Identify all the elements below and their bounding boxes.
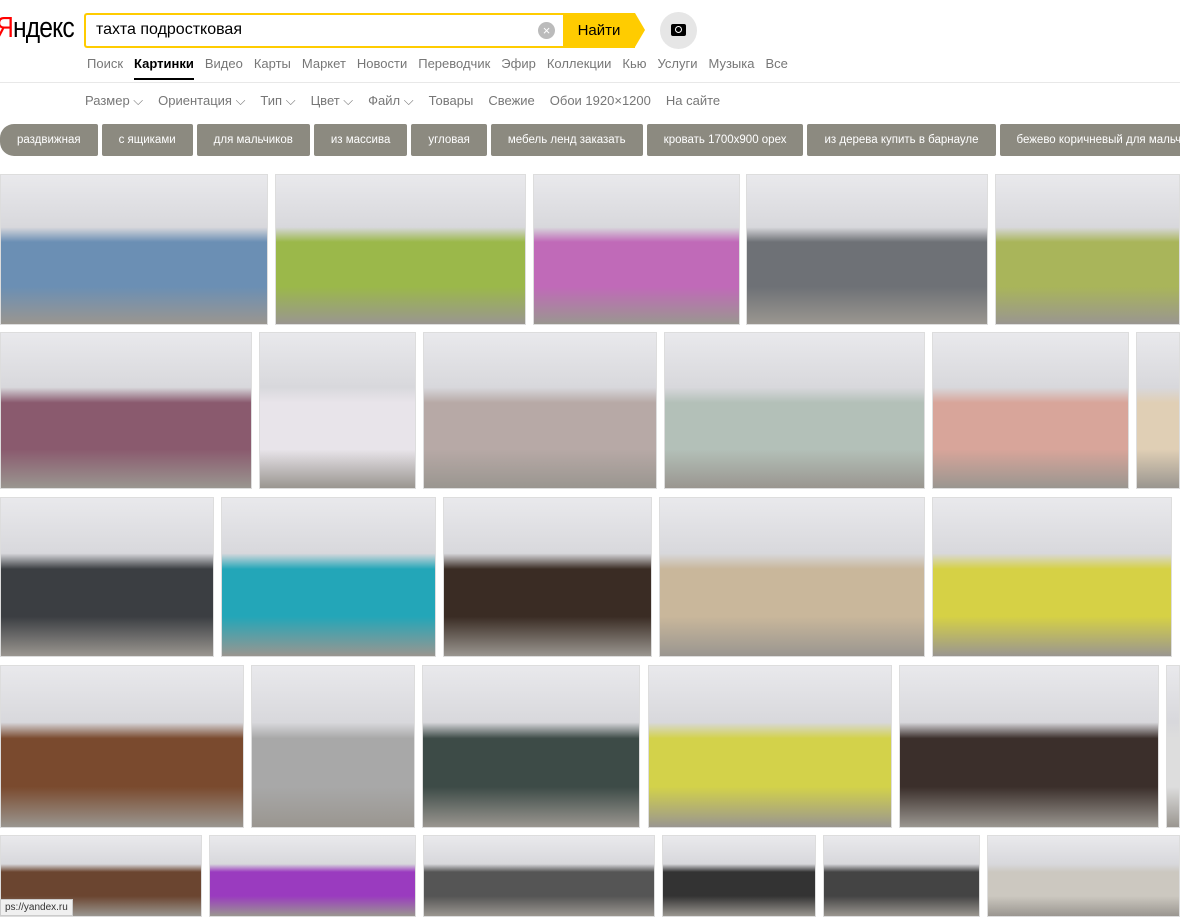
filter-7[interactable]: Обои 1920×1200: [550, 93, 651, 109]
image-thumbnail[interactable]: [746, 174, 988, 325]
filter-4[interactable]: Файл ⌵: [368, 93, 413, 109]
nav-item-9[interactable]: Кью: [622, 56, 646, 80]
service-nav: Поиск Картинки Видео Карты Маркет Новости Пере…: [87, 56, 788, 80]
suggestion-chips: раздвижная с ящиками для мальчиков из масси…: [0, 124, 1180, 156]
nav-item-7[interactable]: Эфир: [501, 56, 536, 80]
image-thumbnail[interactable]: [899, 665, 1159, 828]
search-box: [84, 13, 564, 48]
nav-item-4[interactable]: Маркет: [302, 56, 346, 80]
nav-item-10[interactable]: Услуги: [658, 56, 698, 80]
image-thumbnail[interactable]: [422, 665, 640, 828]
chip-1[interactable]: с ящиками: [101, 124, 193, 156]
search-input[interactable]: [86, 15, 526, 45]
chip-8[interactable]: бежево коричневый для мальчика: [999, 124, 1180, 156]
nav-item-11[interactable]: Музыка: [708, 56, 754, 80]
image-thumbnail[interactable]: [0, 174, 268, 325]
image-thumbnail[interactable]: [648, 665, 892, 828]
image-thumbnail[interactable]: [0, 665, 244, 828]
image-thumbnail[interactable]: [664, 332, 925, 489]
image-thumbnail[interactable]: [0, 497, 214, 657]
search-button[interactable]: Найти: [563, 13, 645, 48]
image-thumbnail[interactable]: [251, 665, 415, 828]
filter-8[interactable]: На сайте: [666, 93, 720, 109]
filters-bar: Размер ⌵ Ориентация ⌵ Тип ⌵ Цвет ⌵ Файл ⌵ Тов…: [85, 93, 720, 109]
image-thumbnail[interactable]: [275, 174, 526, 325]
logo-text: ндекс: [12, 12, 75, 44]
nav-item-8[interactable]: Коллекции: [547, 56, 612, 80]
image-thumbnail[interactable]: [443, 497, 652, 657]
chip-4[interactable]: угловая: [411, 124, 487, 156]
image-thumbnail[interactable]: [1166, 665, 1180, 828]
image-thumbnail[interactable]: [1136, 332, 1180, 489]
filter-6[interactable]: Свежие: [488, 93, 534, 109]
image-thumbnail[interactable]: [932, 497, 1172, 657]
image-thumbnail[interactable]: [659, 497, 925, 657]
camera-icon: [671, 24, 686, 36]
image-thumbnail[interactable]: [259, 332, 416, 489]
filter-1[interactable]: Ориентация ⌵: [158, 93, 245, 109]
image-thumbnail[interactable]: [823, 835, 980, 917]
filter-2[interactable]: Тип ⌵: [260, 93, 295, 109]
nav-item-3[interactable]: Карты: [254, 56, 291, 80]
image-thumbnail[interactable]: [662, 835, 816, 917]
image-thumbnail[interactable]: [995, 174, 1180, 325]
image-thumbnail[interactable]: [0, 332, 252, 489]
yandex-logo[interactable]: Яндекс: [0, 12, 75, 45]
filter-3[interactable]: Цвет ⌵: [311, 93, 354, 109]
image-thumbnail[interactable]: [533, 174, 740, 325]
chip-2[interactable]: для мальчиков: [196, 124, 310, 156]
image-thumbnail[interactable]: [221, 497, 436, 657]
nav-item-2[interactable]: Видео: [205, 56, 243, 80]
nav-item-6[interactable]: Переводчик: [418, 56, 490, 80]
clear-icon[interactable]: ×: [538, 22, 555, 39]
image-thumbnail[interactable]: [987, 835, 1180, 917]
image-thumbnail[interactable]: [209, 835, 416, 917]
nav-item-1[interactable]: Картинки: [134, 56, 194, 80]
logo-letter: Я: [0, 12, 14, 44]
chip-0[interactable]: раздвижная: [0, 124, 98, 156]
nav-item-0[interactable]: Поиск: [87, 56, 123, 80]
filter-0[interactable]: Размер ⌵: [85, 93, 143, 109]
nav-item-12[interactable]: Все: [765, 56, 787, 80]
chip-5[interactable]: мебель ленд заказать: [490, 124, 643, 156]
chip-3[interactable]: из массива: [313, 124, 408, 156]
nav-item-5[interactable]: Новости: [357, 56, 407, 80]
divider: [0, 82, 1180, 83]
status-bar-url: ps://yandex.ru: [0, 899, 73, 916]
chip-6[interactable]: кровать 1700х900 орех: [646, 124, 804, 156]
image-thumbnail[interactable]: [423, 332, 657, 489]
camera-search-button[interactable]: [660, 12, 697, 49]
chip-7[interactable]: из дерева купить в барнауле: [807, 124, 996, 156]
filter-5[interactable]: Товары: [429, 93, 474, 109]
image-thumbnail[interactable]: [423, 835, 655, 917]
image-thumbnail[interactable]: [932, 332, 1129, 489]
